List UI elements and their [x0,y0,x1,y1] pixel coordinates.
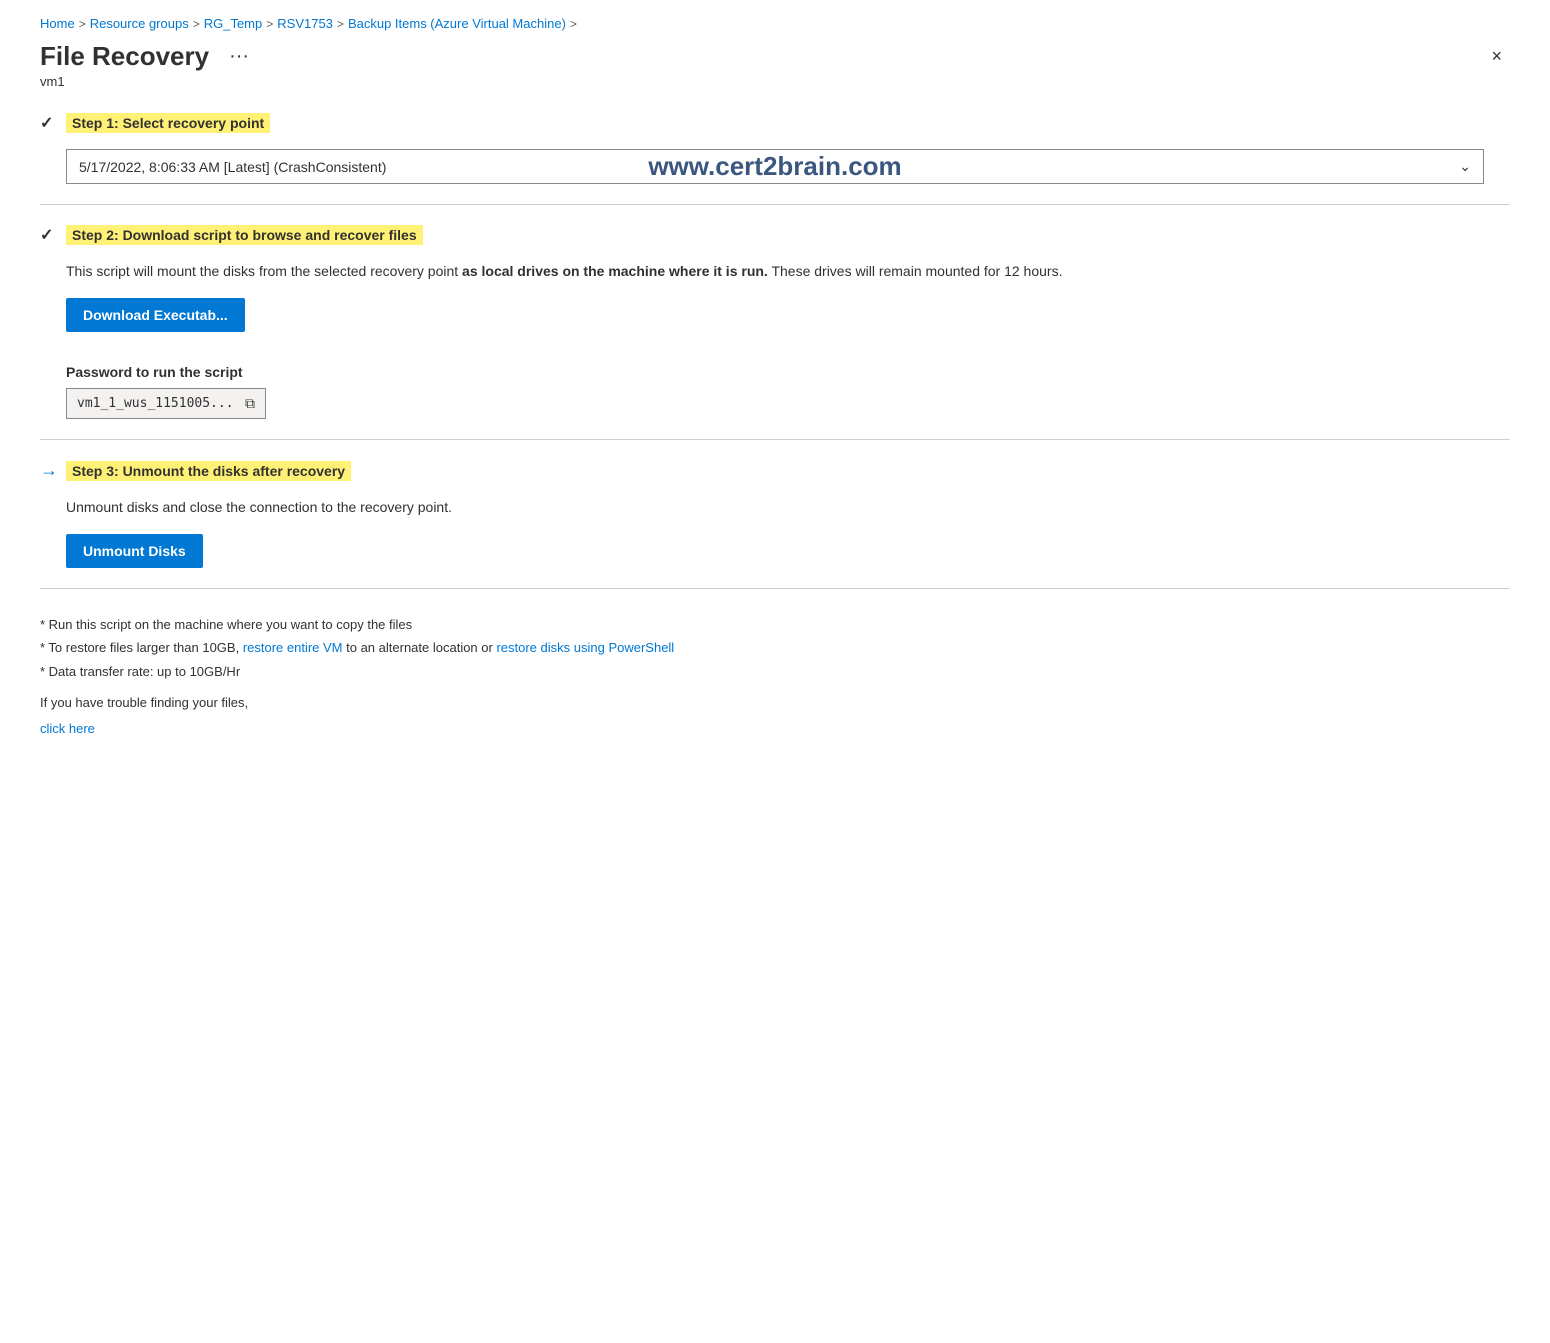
step3-label: Step 3: Unmount the disks after recovery [66,461,351,481]
breadcrumb-sep-4: > [337,17,344,31]
password-field: vm1_1_wus_1151005... ⧉ [66,388,266,419]
header-row: File Recovery ··· × [40,41,1510,72]
divider-1 [40,204,1510,205]
unmount-disks-button[interactable]: Unmount Disks [66,534,203,568]
step2-desc-prefix: This script will mount the disks from th… [66,263,462,279]
ellipsis-button[interactable]: ··· [221,43,257,70]
breadcrumb-sep-3: > [266,17,273,31]
step1-header: ✓ Step 1: Select recovery point [40,113,1510,133]
breadcrumb-sep-1: > [79,17,86,31]
click-here-link[interactable]: click here [40,717,1510,740]
step1-check-icon: ✓ [40,113,58,133]
step2-desc-bold: as local drives on the machine where it … [462,263,768,279]
step3-section: → Step 3: Unmount the disks after recove… [40,460,1510,568]
step2-section: ✓ Step 2: Download script to browse and … [40,225,1510,419]
step2-label: Step 2: Download script to browse and re… [66,225,423,245]
step1-label: Step 1: Select recovery point [66,113,270,133]
breadcrumb-resource-groups[interactable]: Resource groups [90,16,189,31]
breadcrumb-home[interactable]: Home [40,16,75,31]
step2-desc-suffix: These drives will remain mounted for 12 … [768,263,1063,279]
restore-entire-vm-link[interactable]: restore entire VM [243,640,343,655]
footer-note-2: * To restore files larger than 10GB, res… [40,636,1510,659]
divider-2 [40,439,1510,440]
step2-description: This script will mount the disks from th… [66,261,1510,282]
footer-note-1: * Run this script on the machine where y… [40,613,1510,636]
header-left: File Recovery ··· [40,41,257,72]
step1-section: ✓ Step 1: Select recovery point 5/17/202… [40,113,1510,184]
password-field-row: vm1_1_wus_1151005... ⧉ [66,388,1510,419]
step2-content: This script will mount the disks from th… [40,261,1510,419]
step3-arrow-icon: → [40,460,58,481]
recovery-point-dropdown[interactable]: 5/17/2022, 8:06:33 AM [Latest] (CrashCon… [66,149,1484,184]
breadcrumb-rg-temp[interactable]: RG_Temp [204,16,263,31]
chevron-down-icon: ⌄ [1459,158,1471,175]
breadcrumb-sep-2: > [193,17,200,31]
breadcrumb-sep-5: > [570,17,577,31]
restore-disks-powershell-link[interactable]: restore disks using PowerShell [496,640,674,655]
breadcrumb-rsv1753[interactable]: RSV1753 [277,16,333,31]
step3-description: Unmount disks and close the connection t… [66,497,1510,518]
footer-notes: * Run this script on the machine where y… [40,613,1510,740]
download-executable-button[interactable]: Download Executab... [66,298,245,332]
step3-content: Unmount disks and close the connection t… [40,497,1510,568]
subtitle: vm1 [40,74,1510,89]
password-label: Password to run the script [66,364,1510,380]
breadcrumb: Home > Resource groups > RG_Temp > RSV17… [40,16,1510,31]
trouble-text-line: If you have trouble finding your files, … [40,691,1510,740]
footer-note2-prefix: * To restore files larger than 10GB, [40,640,243,655]
password-value: vm1_1_wus_1151005... [77,396,234,411]
page-container: Home > Resource groups > RG_Temp > RSV17… [0,0,1550,780]
step3-header: → Step 3: Unmount the disks after recove… [40,460,1510,481]
footer-note-3: * Data transfer rate: up to 10GB/Hr [40,660,1510,683]
copy-icon[interactable]: ⧉ [245,395,255,412]
close-button[interactable]: × [1483,42,1510,71]
trouble-text: If you have trouble finding your files, [40,695,248,710]
watermark: www.cert2brain.com [648,151,901,182]
page-title: File Recovery [40,41,209,72]
step2-check-icon: ✓ [40,225,58,245]
step2-header: ✓ Step 2: Download script to browse and … [40,225,1510,245]
recovery-point-value: 5/17/2022, 8:06:33 AM [Latest] (CrashCon… [79,159,386,175]
breadcrumb-backup-items[interactable]: Backup Items (Azure Virtual Machine) [348,16,566,31]
footer-note2-middle: to an alternate location or [343,640,497,655]
divider-3 [40,588,1510,589]
step1-content: 5/17/2022, 8:06:33 AM [Latest] (CrashCon… [40,149,1510,184]
